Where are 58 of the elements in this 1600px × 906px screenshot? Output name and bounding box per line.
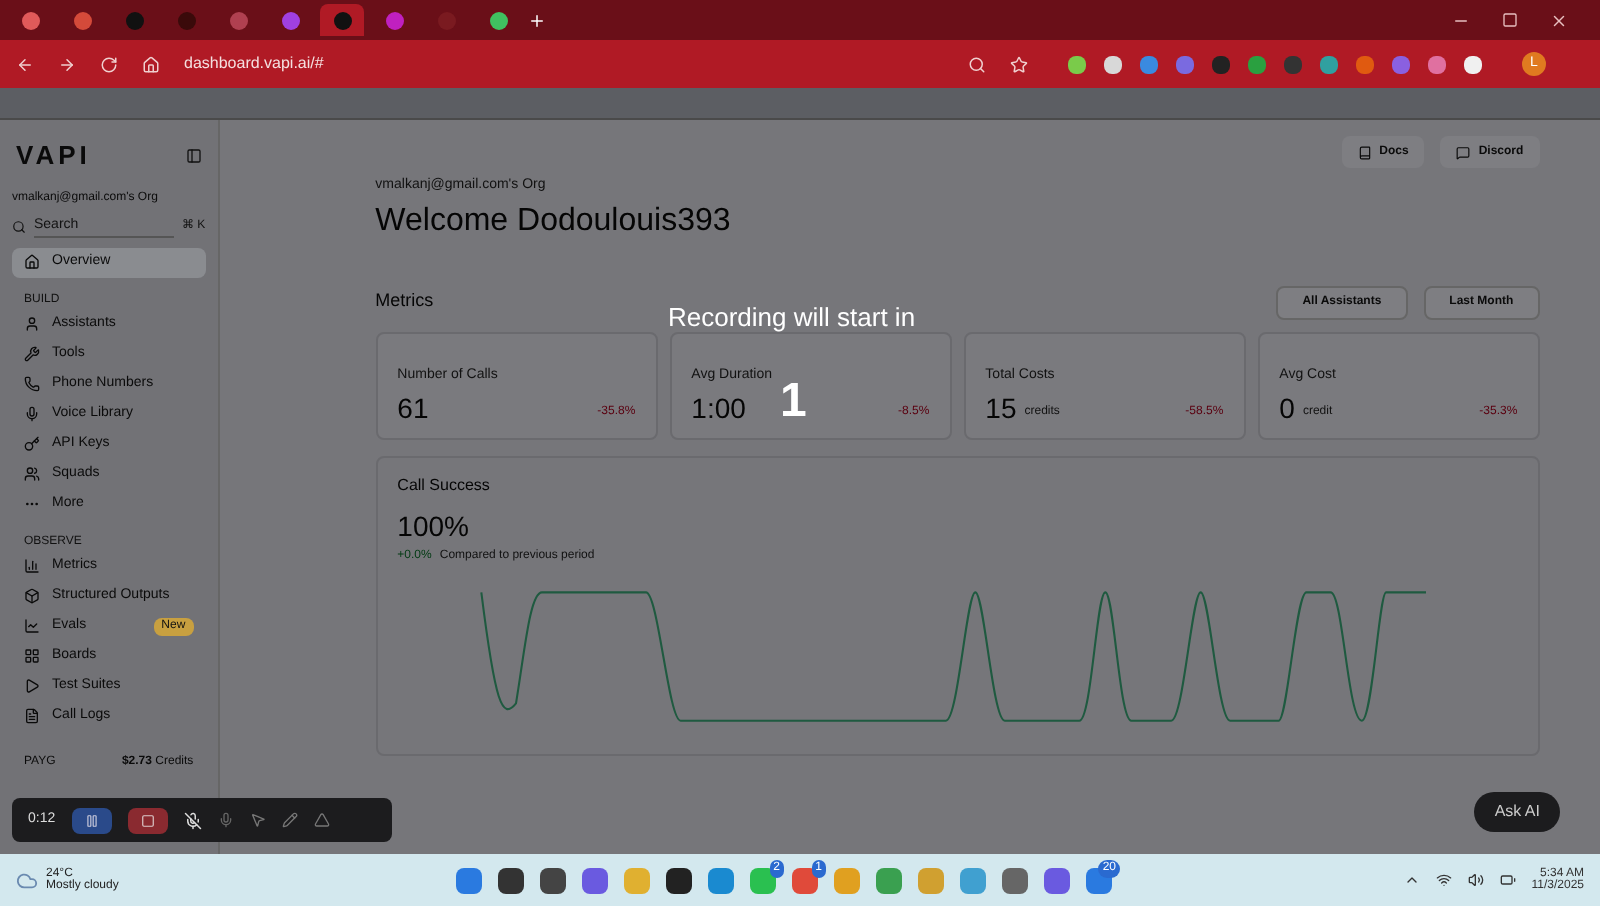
mic-icon[interactable] <box>217 812 234 828</box>
nav-icon <box>24 618 40 634</box>
metric-value: 1:00 <box>691 393 746 421</box>
taskbar-app-icon[interactable] <box>666 867 692 893</box>
nav-icon <box>24 254 40 270</box>
extension-icon[interactable] <box>1104 55 1122 73</box>
extension-icon[interactable] <box>1464 55 1482 73</box>
countdown-number: 1 <box>780 376 807 428</box>
welcome-title: Welcome Dodoulouis393 <box>375 201 733 241</box>
metric-value: 61 <box>397 393 429 421</box>
metric-value: 0 <box>1279 393 1295 421</box>
wifi-icon[interactable] <box>1435 872 1452 888</box>
pen-icon[interactable] <box>281 812 298 828</box>
reload-icon[interactable] <box>100 55 118 73</box>
highlight-icon[interactable] <box>313 812 330 828</box>
weather-icon <box>16 869 38 891</box>
vapi-logo: VAPI <box>16 138 91 174</box>
forward-icon[interactable] <box>58 55 76 73</box>
extension-icon[interactable] <box>1068 55 1086 73</box>
pointer-icon[interactable] <box>249 812 266 828</box>
countdown-title: Recording will start in <box>668 304 916 332</box>
nav-icon <box>24 376 40 392</box>
stop-button[interactable] <box>127 807 168 833</box>
metrics-title: Metrics <box>375 288 434 315</box>
tray-chevron-icon[interactable] <box>1403 872 1420 888</box>
collapse-icon[interactable] <box>185 147 202 164</box>
browser-tab[interactable] <box>320 4 364 36</box>
nav-icon <box>24 406 40 422</box>
taskbar-app-icon[interactable] <box>498 867 524 893</box>
volume-icon[interactable] <box>1467 872 1484 888</box>
mic-off-icon[interactable] <box>183 811 202 829</box>
success-value: 100% <box>397 507 471 545</box>
metric-value: 15 <box>985 393 1017 421</box>
nav-icon <box>24 316 40 332</box>
close-icon[interactable] <box>1550 11 1568 29</box>
url-text[interactable]: dashboard.vapi.ai/# <box>184 52 944 76</box>
nav-icon <box>24 708 40 724</box>
bookmark-icon[interactable] <box>1010 55 1028 73</box>
back-icon[interactable] <box>16 55 34 73</box>
nav-icon <box>24 648 40 664</box>
button-icon <box>1456 145 1471 159</box>
search-icon <box>12 220 26 234</box>
nav-icon <box>24 436 40 452</box>
battery-icon[interactable] <box>1499 872 1516 888</box>
nav-icon <box>24 588 40 604</box>
zoom-icon[interactable] <box>968 55 986 73</box>
nav-icon <box>24 466 40 482</box>
nav-icon <box>24 678 40 694</box>
card-title: Call Success <box>397 473 492 497</box>
taskbar-app-icon[interactable] <box>540 867 566 893</box>
nav-icon <box>24 346 40 362</box>
pause-button[interactable] <box>71 807 112 833</box>
nav-icon <box>24 558 40 574</box>
button-icon <box>1357 145 1372 159</box>
ask-ai-button[interactable]: Ask AI <box>1474 792 1560 832</box>
new-tab-icon[interactable] <box>528 11 546 29</box>
home-icon[interactable] <box>142 55 160 73</box>
maximize-icon[interactable] <box>1502 11 1518 27</box>
